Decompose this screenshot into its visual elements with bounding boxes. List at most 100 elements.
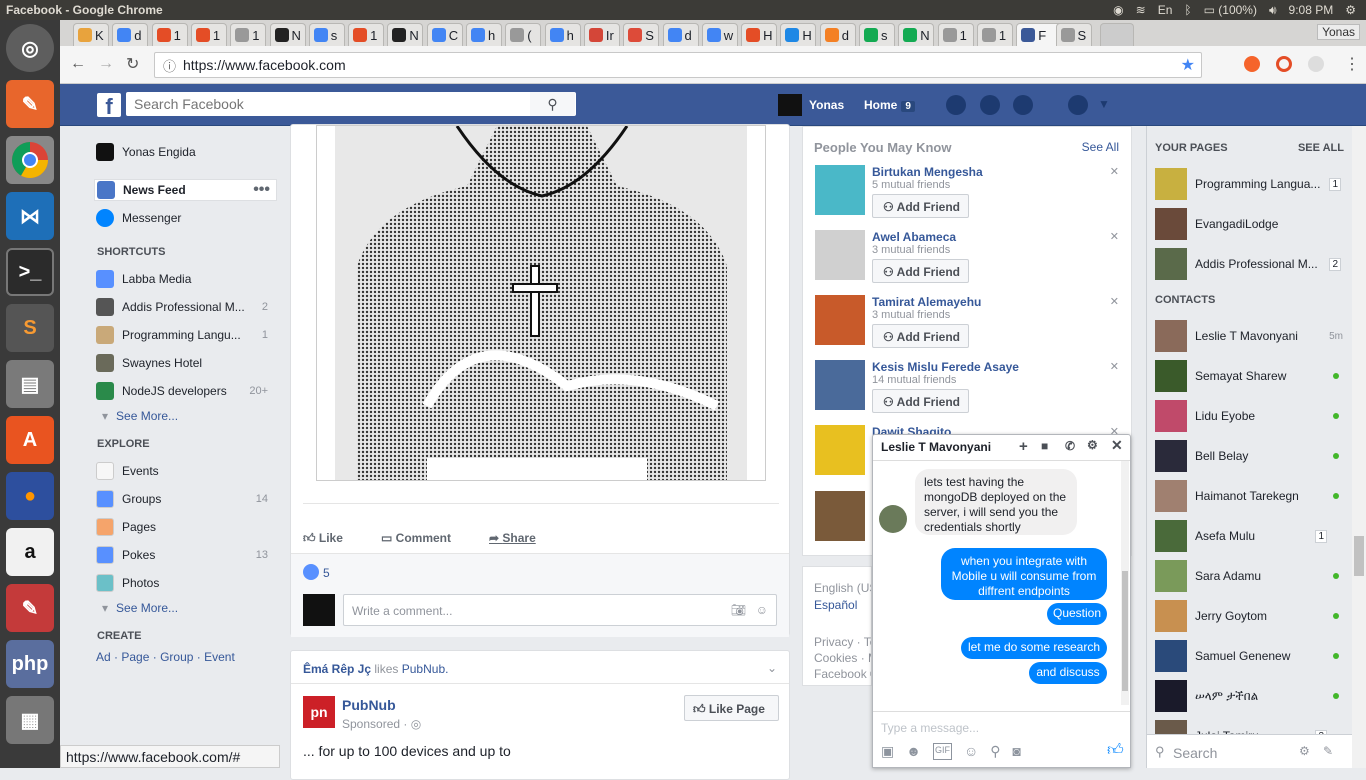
browser-tab[interactable]: N: [898, 23, 935, 46]
shortcut-item[interactable]: Labba Media: [96, 268, 274, 290]
avatar[interactable]: [815, 360, 865, 410]
see-all-link[interactable]: See All: [1082, 140, 1119, 154]
settings-gear-icon[interactable]: ⚙: [1345, 3, 1356, 18]
contact-item[interactable]: Asefa Mulu 1: [1155, 518, 1345, 554]
explore-see-more[interactable]: ▾ See More...: [96, 597, 274, 619]
extension-icon[interactable]: [1308, 56, 1324, 72]
avatar[interactable]: [815, 165, 865, 215]
post-image[interactable]: [316, 125, 766, 481]
explore-item[interactable]: Groups 14: [96, 488, 274, 510]
bookmark-star-icon[interactable]: ★: [1181, 55, 1195, 75]
workspace-switcher-icon[interactable]: ▦: [6, 696, 54, 744]
facebook-logo-icon[interactable]: f: [97, 93, 121, 119]
add-friend-button[interactable]: ⚇ Add Friend: [872, 259, 969, 283]
page-item[interactable]: EvangadiLodge: [1155, 206, 1345, 242]
create-event-link[interactable]: Event: [204, 650, 235, 664]
more-options-icon[interactable]: •••: [253, 181, 270, 199]
sublime-app-icon[interactable]: S: [6, 304, 54, 352]
person-name[interactable]: Kesis Mislu Ferede Asaye: [872, 360, 1019, 374]
contact-item[interactable]: ሠላም ታችበል: [1155, 678, 1345, 714]
story-actor-link[interactable]: Êmá Rêp Jç: [303, 662, 371, 676]
vscode-app-icon[interactable]: ⋈: [6, 192, 54, 240]
files-app-icon[interactable]: ▤: [6, 360, 54, 408]
profile-link[interactable]: Yonas: [809, 98, 844, 112]
browser-tab[interactable]: s: [859, 23, 895, 46]
chat-header[interactable]: Leslie T Mavonyani + ■ ✆ ⚙ ✕: [873, 435, 1130, 461]
contact-item[interactable]: Sara Adamu: [1155, 558, 1345, 594]
like-page-button[interactable]: 👍︎ Like Page: [684, 695, 779, 721]
contact-item[interactable]: Samuel Genenew: [1155, 638, 1345, 674]
browser-tab[interactable]: 1: [976, 23, 1013, 46]
footer-links[interactable]: Cookies · More: [814, 651, 871, 665]
explore-item[interactable]: Pages: [96, 516, 274, 538]
browser-tab[interactable]: h: [466, 23, 502, 46]
help-icon[interactable]: [1068, 95, 1088, 115]
shortcut-item[interactable]: Addis Professional M... 2: [96, 296, 274, 318]
messages-icon[interactable]: [980, 95, 1000, 115]
camera-icon[interactable]: 📷︎: [731, 603, 746, 617]
contact-item[interactable]: Bell Belay: [1155, 438, 1345, 474]
notifications-globe-icon[interactable]: [1013, 95, 1033, 115]
php-app-icon[interactable]: php: [6, 640, 54, 688]
chevron-down-icon[interactable]: ⌄: [767, 661, 777, 675]
browser-tab[interactable]: (: [505, 23, 542, 46]
dismiss-icon[interactable]: ✕: [1110, 360, 1119, 373]
wifi-icon[interactable]: ≋: [1136, 3, 1146, 18]
create-group-link[interactable]: Group: [160, 650, 193, 664]
browser-tab[interactable]: d: [662, 23, 699, 46]
likes-count[interactable]: 5: [323, 566, 330, 580]
clock[interactable]: 9:08 PM: [1289, 3, 1334, 18]
like-button[interactable]: 👍︎ Like: [303, 531, 343, 546]
contact-item[interactable]: Leslie T Mavonyani 5m: [1155, 318, 1345, 354]
avatar[interactable]: [778, 94, 802, 116]
mutual-friends[interactable]: 14 mutual friends: [872, 374, 956, 386]
person-name[interactable]: Awel Abameca: [872, 230, 956, 244]
emoji-icon[interactable]: ☺: [964, 743, 978, 760]
emoji-icon[interactable]: ☺: [756, 603, 768, 617]
shortcuts-see-more[interactable]: ▾ See More...: [96, 405, 274, 427]
home-link[interactable]: Home 9: [864, 98, 915, 112]
mutual-friends[interactable]: 3 mutual friends: [872, 244, 950, 256]
page-item[interactable]: Addis Professional M... 2: [1155, 246, 1345, 282]
amazon-app-icon[interactable]: a: [6, 528, 54, 576]
browser-tab[interactable]: S: [1055, 23, 1092, 46]
browser-tab[interactable]: Ir: [583, 23, 620, 46]
keyboard-lang[interactable]: En: [1158, 3, 1173, 18]
message-input[interactable]: Type a message...: [881, 721, 979, 735]
back-icon[interactable]: ←: [70, 55, 86, 73]
contact-search-input[interactable]: Search: [1173, 745, 1217, 761]
dismiss-icon[interactable]: ✕: [1110, 295, 1119, 308]
browser-tab[interactable]: 1: [230, 23, 267, 46]
app-icon[interactable]: ✎: [6, 584, 54, 632]
add-person-icon[interactable]: +: [1019, 438, 1028, 455]
chrome-tray-icon[interactable]: ◉: [1113, 3, 1123, 18]
browser-tab[interactable]: H: [741, 23, 778, 46]
messenger-nav-item[interactable]: Messenger: [96, 207, 274, 229]
compose-icon[interactable]: ✎: [1323, 744, 1333, 758]
extension-icon[interactable]: [1276, 56, 1292, 72]
bluetooth-icon[interactable]: ᛒ: [1184, 3, 1191, 18]
browser-tab[interactable]: H: [780, 23, 817, 46]
contact-item[interactable]: Haimanot Tarekegn: [1155, 478, 1345, 514]
attachment-icon[interactable]: ⚲: [990, 743, 1000, 760]
chrome-app-icon[interactable]: [6, 136, 54, 184]
chat-scrollbar[interactable]: [1121, 461, 1129, 705]
account-menu-chevron-icon[interactable]: ▼: [1098, 97, 1110, 111]
mutual-friends[interactable]: 3 mutual friends: [872, 309, 950, 321]
terminal-app-icon[interactable]: >_: [6, 248, 54, 296]
browser-tab[interactable]: h: [544, 23, 581, 46]
forward-icon[interactable]: →: [98, 55, 114, 73]
browser-tab[interactable]: d: [112, 23, 149, 46]
browser-tab[interactable]: w: [701, 23, 738, 46]
pubnub-logo[interactable]: pn: [303, 696, 335, 728]
thumbs-up-icon[interactable]: 👍︎: [1107, 741, 1124, 760]
battery-indicator[interactable]: ▭ (100%): [1204, 3, 1257, 18]
page-item[interactable]: Programming Langua... 1: [1155, 166, 1345, 202]
contact-item[interactable]: Semayat Sharew: [1155, 358, 1345, 394]
contact-item[interactable]: Jerry Goytom: [1155, 598, 1345, 634]
dismiss-icon[interactable]: ✕: [1110, 230, 1119, 243]
friend-requests-icon[interactable]: [946, 95, 966, 115]
new-tab-button[interactable]: [1100, 23, 1134, 46]
firefox-app-icon[interactable]: ●: [6, 472, 54, 520]
browser-tab[interactable]: C: [426, 23, 463, 46]
